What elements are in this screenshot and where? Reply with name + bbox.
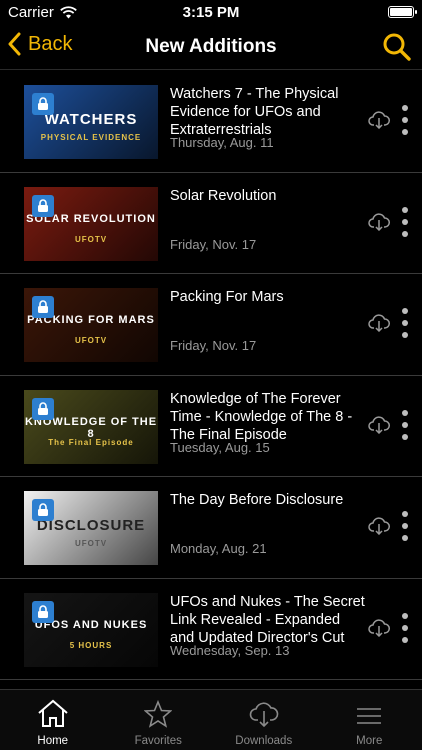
thumbnail-subtitle: PHYSICAL EVIDENCE [40,133,142,142]
tab-more[interactable]: More [317,690,422,750]
tab-label: More [356,735,383,747]
cloud-download-icon[interactable] [368,212,390,231]
cloud-download-icon[interactable] [368,111,390,129]
cloud-download-icon[interactable] [368,618,390,637]
more-options-icon[interactable] [400,510,410,542]
tab-bar: Home Favorites Downloads More [0,689,422,750]
video-list: WATCHERS PHYSICAL EVIDENCE Watchers 7 - Th… [0,71,422,689]
tab-downloads[interactable]: Downloads [211,690,317,750]
video-date: Friday, Nov. 17 [170,338,257,353]
video-thumbnail[interactable]: SOLAR REVOLUTION UFOTV [24,186,158,261]
battery-icon [388,6,417,18]
list-item[interactable]: SOLAR REVOLUTION UFOTV Solar Revolution Fri… [0,173,422,274]
thumbnail-subtitle: UFOTV [74,234,108,244]
search-icon[interactable] [382,32,412,62]
lock-icon [32,499,54,521]
menu-icon [355,704,383,735]
list-item[interactable]: KNOWLEDGE OF THE 8 The Final Episode Knowl… [0,376,422,477]
star-icon [143,699,173,735]
more-options-icon[interactable] [400,612,410,644]
lock-icon [32,93,54,115]
lock-icon [32,397,54,420]
house-icon [36,698,70,735]
lock-icon [32,296,54,318]
video-thumbnail[interactable]: UFOS AND NUKES 5 HOURS [24,592,158,667]
cloud-download-icon[interactable] [368,415,390,434]
tab-home[interactable]: Home [0,690,106,750]
lock-icon [32,600,54,623]
video-title[interactable]: Knowledge of The Forever Time - Knowledg… [170,390,365,444]
list-item[interactable]: WATCHERS PHYSICAL EVIDENCE Watchers 7 - Th… [0,71,422,173]
lock-icon [32,194,54,217]
thumbnail-subtitle: 5 HOURS [69,640,113,650]
list-item[interactable]: PACKING FOR MARS UFOTV Packing For Mars Fri… [0,274,422,376]
cloud-download-icon[interactable] [368,517,390,535]
status-left: Carrier [8,4,77,21]
more-options-icon[interactable] [400,206,410,238]
tab-label: Home [37,735,69,747]
video-title[interactable]: Solar Revolution [170,187,365,205]
battery-fill [390,8,412,16]
video-date: Wednesday, Sep. 13 [170,642,290,658]
page-title: New Additions [145,35,277,57]
video-thumbnail[interactable]: KNOWLEDGE OF THE 8 The Final Episode [24,389,158,464]
video-title[interactable]: UFOs and Nukes - The Secret Link Reveale… [170,593,365,647]
wifi-icon [60,5,77,18]
video-date: Thursday, Aug. 11 [170,135,274,150]
tab-label: Favorites [134,735,182,747]
video-thumbnail[interactable]: PACKING FOR MARS UFOTV [24,288,158,362]
carrier-label: Carrier [8,3,54,21]
list-item[interactable]: DISCLOSURE UFOTV The Day Before Disclosure… [0,477,422,579]
video-title[interactable]: Packing For Mars [170,288,365,306]
video-date: Friday, Nov. 17 [170,236,257,252]
more-options-icon[interactable] [400,307,410,339]
status-bar: Carrier 3:15 PM [0,0,422,24]
video-date: Monday, Aug. 21 [170,541,267,556]
thumbnail-subtitle: The Final Episode [48,437,134,447]
cloud-download-icon[interactable] [368,314,390,332]
more-options-icon[interactable] [400,104,410,136]
thumbnail-subtitle: UFOTV [74,336,108,345]
more-options-icon[interactable] [400,409,410,441]
cloud-download-icon [249,700,279,735]
tab-favorites[interactable]: Favorites [106,690,212,750]
video-title[interactable]: The Day Before Disclosure [170,491,365,509]
tab-label: Downloads [235,735,293,747]
list-item[interactable]: UFOS AND NUKES 5 HOURS UFOs and Nukes - Th… [0,579,422,680]
video-title[interactable]: Watchers 7 - The Physical Evidence for U… [170,85,365,139]
chevron-left-icon [8,32,21,56]
back-label: Back [28,32,73,55]
back-button[interactable]: Back [8,32,72,56]
thumbnail-subtitle: UFOTV [74,539,108,548]
video-date: Tuesday, Aug. 15 [170,439,270,455]
navigation-bar: Back New Additions [0,24,422,70]
video-thumbnail[interactable]: WATCHERS PHYSICAL EVIDENCE [24,85,158,159]
video-thumbnail[interactable]: DISCLOSURE UFOTV [24,491,158,565]
